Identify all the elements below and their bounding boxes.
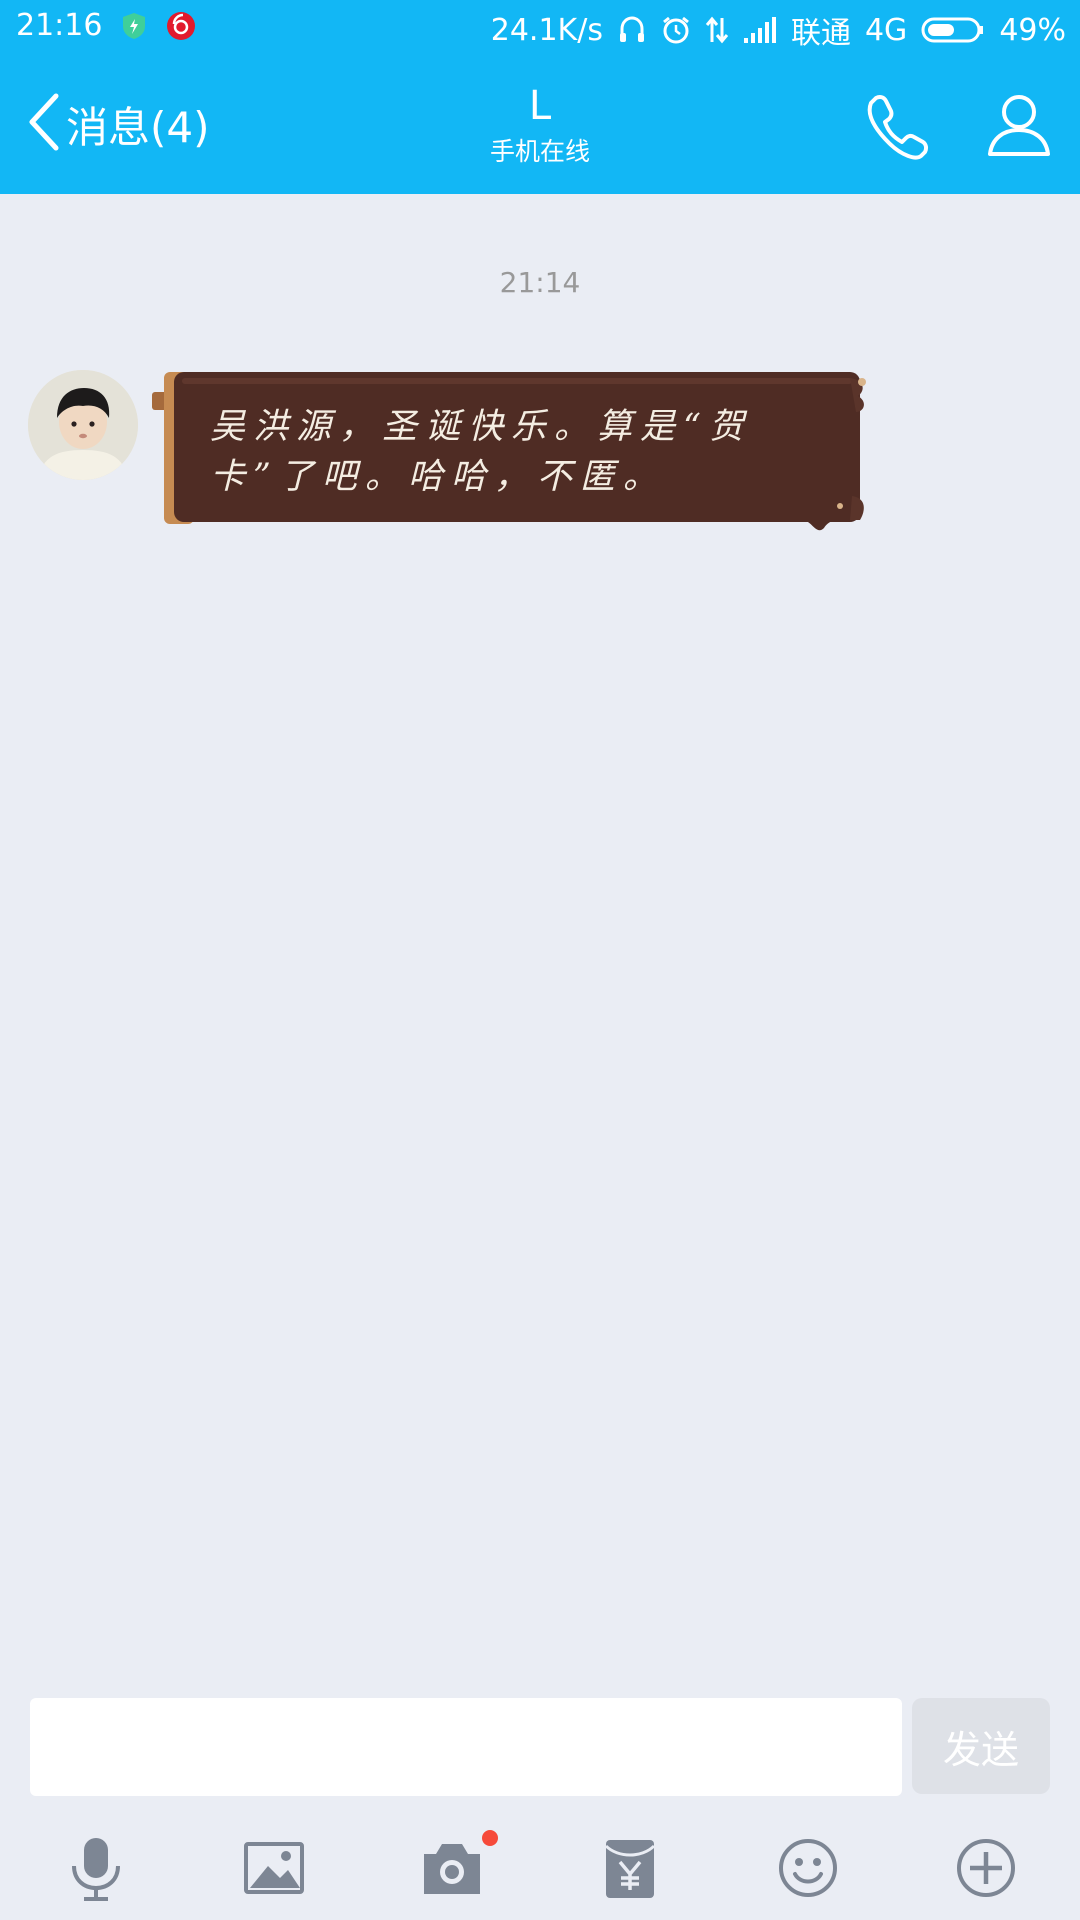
back-button[interactable]: 消息(4) [26, 92, 210, 156]
contact-name: L [528, 83, 552, 129]
camera-icon[interactable] [416, 1830, 498, 1904]
carrier-name: 联通 [790, 16, 851, 51]
alarm-icon [661, 15, 691, 45]
profile-icon[interactable] [984, 90, 1054, 160]
headphones-icon [617, 15, 647, 45]
status-bar: 21:16 24.1K/s 联通 4G 49% [0, 0, 1080, 56]
contact-status: 手机在线 [489, 137, 590, 166]
battery-icon [921, 16, 985, 44]
plus-icon[interactable] [950, 1832, 1022, 1904]
avatar[interactable] [28, 370, 138, 480]
message-input[interactable] [30, 1698, 902, 1796]
signal-icon [743, 16, 777, 44]
network-type: 4G [864, 12, 908, 48]
image-icon[interactable] [238, 1832, 310, 1904]
microphone-icon[interactable] [60, 1832, 132, 1904]
message-bubble[interactable]: 吴洪源，圣诞快乐。算是“贺卡”了吧。哈哈，不匿。 [152, 370, 878, 536]
chat-title-area: L 手机在线 [340, 84, 740, 168]
netease-music-icon [166, 11, 196, 41]
battery-percent: 49% [999, 12, 1066, 48]
status-left: 21:16 [16, 8, 196, 43]
security-shield-icon [120, 11, 148, 41]
send-button[interactable]: 发送 [912, 1698, 1050, 1794]
phone-icon[interactable] [862, 90, 932, 160]
red-packet-icon[interactable] [594, 1832, 666, 1904]
status-time: 21:16 [16, 8, 103, 43]
message-timestamp: 21:14 [499, 266, 581, 299]
back-chevron-icon [26, 92, 62, 156]
input-toolbar [0, 1820, 1080, 1910]
emoji-icon[interactable] [772, 1832, 844, 1904]
notification-dot [482, 1830, 498, 1846]
network-speed: 24.1K/s [490, 12, 603, 48]
data-transfer-icon [705, 15, 729, 45]
back-label: 消息(4) [66, 102, 210, 152]
status-right: 24.1K/s 联通 4G 49% [491, 8, 1066, 52]
message-text: 吴洪源，圣诞快乐。算是“贺卡”了吧。哈哈，不匿。 [210, 407, 752, 497]
chat-header: 消息(4) L 手机在线 [0, 56, 1080, 194]
